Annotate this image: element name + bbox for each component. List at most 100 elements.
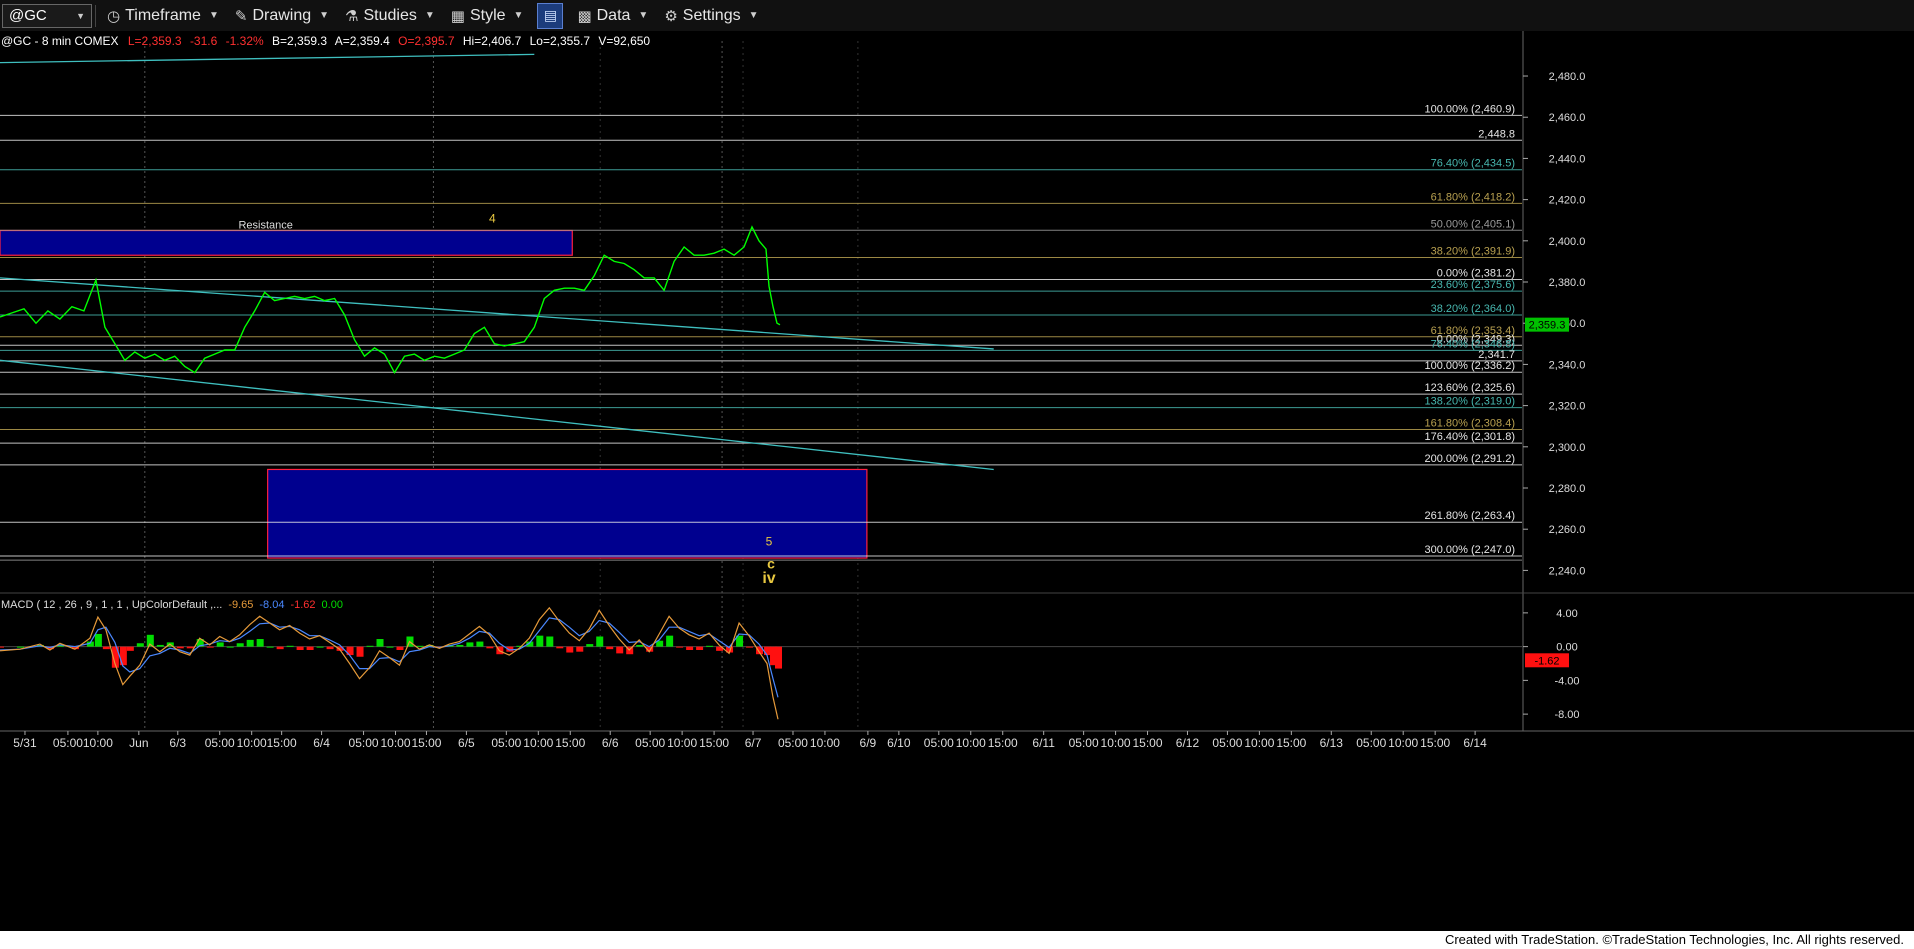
macd-histogram-bar <box>246 639 254 647</box>
price-tick-label: 2,280.0 <box>1549 483 1586 495</box>
fib-level-label: 76.40% (2,434.5) <box>1431 158 1515 170</box>
macd-histogram-bar <box>126 646 134 651</box>
time-tick-label: 6/11 <box>1032 736 1055 750</box>
fib-level-label: 261.80% (2,263.4) <box>1424 510 1515 522</box>
style-menu[interactable]: ▦ Style ▼ <box>443 2 532 30</box>
fib-level-label: 100.00% (2,336.2) <box>1424 360 1515 372</box>
flask-icon: ⚗ <box>345 7 359 25</box>
toolbar-separator <box>95 4 96 27</box>
macd-histogram-bar <box>206 646 214 648</box>
macd-histogram-bar <box>226 646 234 648</box>
studies-menu[interactable]: ⚗ Studies ▼ <box>337 2 443 30</box>
price-tick-label: 2,420.0 <box>1549 195 1586 207</box>
macd-title-text: MACD ( 12 , 26 , 9 , 1 , 1 , UpColorDefa… <box>1 599 222 611</box>
macd-histogram-bar <box>576 646 584 652</box>
macd-histogram-bar <box>746 646 754 648</box>
chevron-down-icon: ▼ <box>319 10 330 21</box>
wave-label: iv <box>762 570 775 587</box>
macd-histogram-bar <box>596 636 604 647</box>
drawing-menu[interactable]: ✎ Drawing ▼ <box>227 2 337 30</box>
style-label: Style <box>469 6 506 24</box>
price-chart[interactable]: Resistance 100.00% (2,460.9) 2,448.8 76.40… <box>0 31 1914 931</box>
fib-level-label: 23.60% (2,375.6) <box>1431 279 1515 291</box>
macd-value: -1.62 <box>290 599 315 611</box>
time-tick-label: 05:00 <box>491 736 521 750</box>
price-tick-label: 2,480.0 <box>1549 71 1586 83</box>
header-symbol: @GC - 8 min COMEX <box>1 34 119 48</box>
fib-level-label: 176.40% (2,301.8) <box>1424 431 1515 443</box>
settings-label: Settings <box>682 6 741 24</box>
price-tick-label: 2,400.0 <box>1549 236 1586 248</box>
macd-tick-label: 4.00 <box>1556 608 1577 620</box>
time-tick-label: 05:00 <box>1356 736 1386 750</box>
price-tick-label: 2,300.0 <box>1549 442 1586 454</box>
fib-level-label: 123.60% (2,325.6) <box>1424 382 1515 394</box>
chevron-down-icon: ▼ <box>748 10 759 21</box>
pencil-icon: ✎ <box>234 7 248 25</box>
macd-histogram-bar <box>696 646 704 650</box>
fib-level-label: 100.00% (2,460.9) <box>1424 103 1515 115</box>
header-open: O=2,395.7 <box>398 34 455 48</box>
price-tick-label: 2,460.0 <box>1549 112 1586 124</box>
macd-histogram-bar <box>676 646 684 648</box>
symbol-info: @GC - 8 min COMEX L=2,359.3 -31.6 -1.32%… <box>1 34 650 48</box>
macd-last-label: -1.62 <box>1534 655 1559 667</box>
time-tick-label: 6/3 <box>169 736 186 750</box>
macd-histogram-bar <box>136 643 144 647</box>
panel-toggle-icon[interactable]: ▤ <box>537 2 564 29</box>
macd-value: -9.65 <box>228 599 253 611</box>
macd-histogram-bar <box>0 646 4 648</box>
macd-histogram-bar <box>102 646 110 650</box>
time-tick-label: 15:00 <box>555 736 585 750</box>
macd-histogram-bar <box>366 645 374 647</box>
time-tick-label: 05:00 <box>349 736 379 750</box>
header-last: L=2,359.3 <box>128 34 182 48</box>
time-tick-label: 6/6 <box>602 736 619 750</box>
header-pct: -1.32% <box>226 34 264 48</box>
drawing-label: Drawing <box>252 6 312 24</box>
time-tick-label: 05:00 <box>924 736 954 750</box>
macd-histogram-bar <box>476 641 484 647</box>
settings-menu[interactable]: ⚙ Settings ▼ <box>656 2 766 30</box>
macd-histogram-bar <box>466 642 474 647</box>
macd-histogram-bar <box>286 645 294 647</box>
header-bid: B=2,359.3 <box>272 34 327 48</box>
macd-histogram-bar <box>536 635 544 647</box>
macd-histogram-bar <box>666 635 674 647</box>
time-tick-label: 10:00 <box>810 736 840 750</box>
price-tick-label: 2,320.0 <box>1549 401 1586 413</box>
time-tick-label: 05:00 <box>778 736 808 750</box>
macd-histogram-bar <box>546 636 554 647</box>
time-tick-label: 10:00 <box>83 736 113 750</box>
time-tick-label: 15:00 <box>411 736 441 750</box>
fib-level-label: 300.00% (2,247.0) <box>1424 544 1515 556</box>
time-tick-label: 05:00 <box>1212 736 1242 750</box>
time-tick-label: 6/12 <box>1176 736 1200 750</box>
macd-histogram-bar <box>456 644 464 647</box>
macd-histogram-bar <box>176 646 184 649</box>
last-price-label: 2,359.3 <box>1529 320 1566 332</box>
footer-text: Created with TradeStation. ©TradeStation… <box>1444 932 1904 947</box>
price-tick-label: 2,240.0 <box>1549 565 1586 577</box>
price-tick-label: 2,260.0 <box>1549 524 1586 536</box>
macd-histogram-bar <box>706 645 714 647</box>
macd-histogram-bar <box>316 646 324 648</box>
timeframe-menu[interactable]: ◷ Timeframe ▼ <box>99 2 227 30</box>
macd-histogram-bar <box>16 646 24 648</box>
symbol-selector[interactable]: @GC ▼ <box>2 3 92 28</box>
clock-icon: ◷ <box>107 7 121 25</box>
time-tick-label: 15:00 <box>699 736 729 750</box>
time-tick-label: 10:00 <box>1101 736 1131 750</box>
fib-level-label: 38.20% (2,364.0) <box>1431 303 1515 315</box>
time-tick-label: 05:00 <box>53 736 83 750</box>
bar-chart-icon: ▩ <box>577 7 592 25</box>
data-menu[interactable]: ▩ Data ▼ <box>569 2 656 30</box>
resistance-zone <box>0 229 573 256</box>
time-tick-label: 6/4 <box>313 736 330 750</box>
gear-icon: ⚙ <box>664 7 678 25</box>
fib-level-label: 50.00% (2,405.1) <box>1431 218 1515 230</box>
price-tick-label: 2,440.0 <box>1549 153 1586 165</box>
data-label: Data <box>596 6 631 24</box>
time-tick-label: 05:00 <box>1069 736 1099 750</box>
chevron-down-icon: ▼ <box>513 10 524 21</box>
